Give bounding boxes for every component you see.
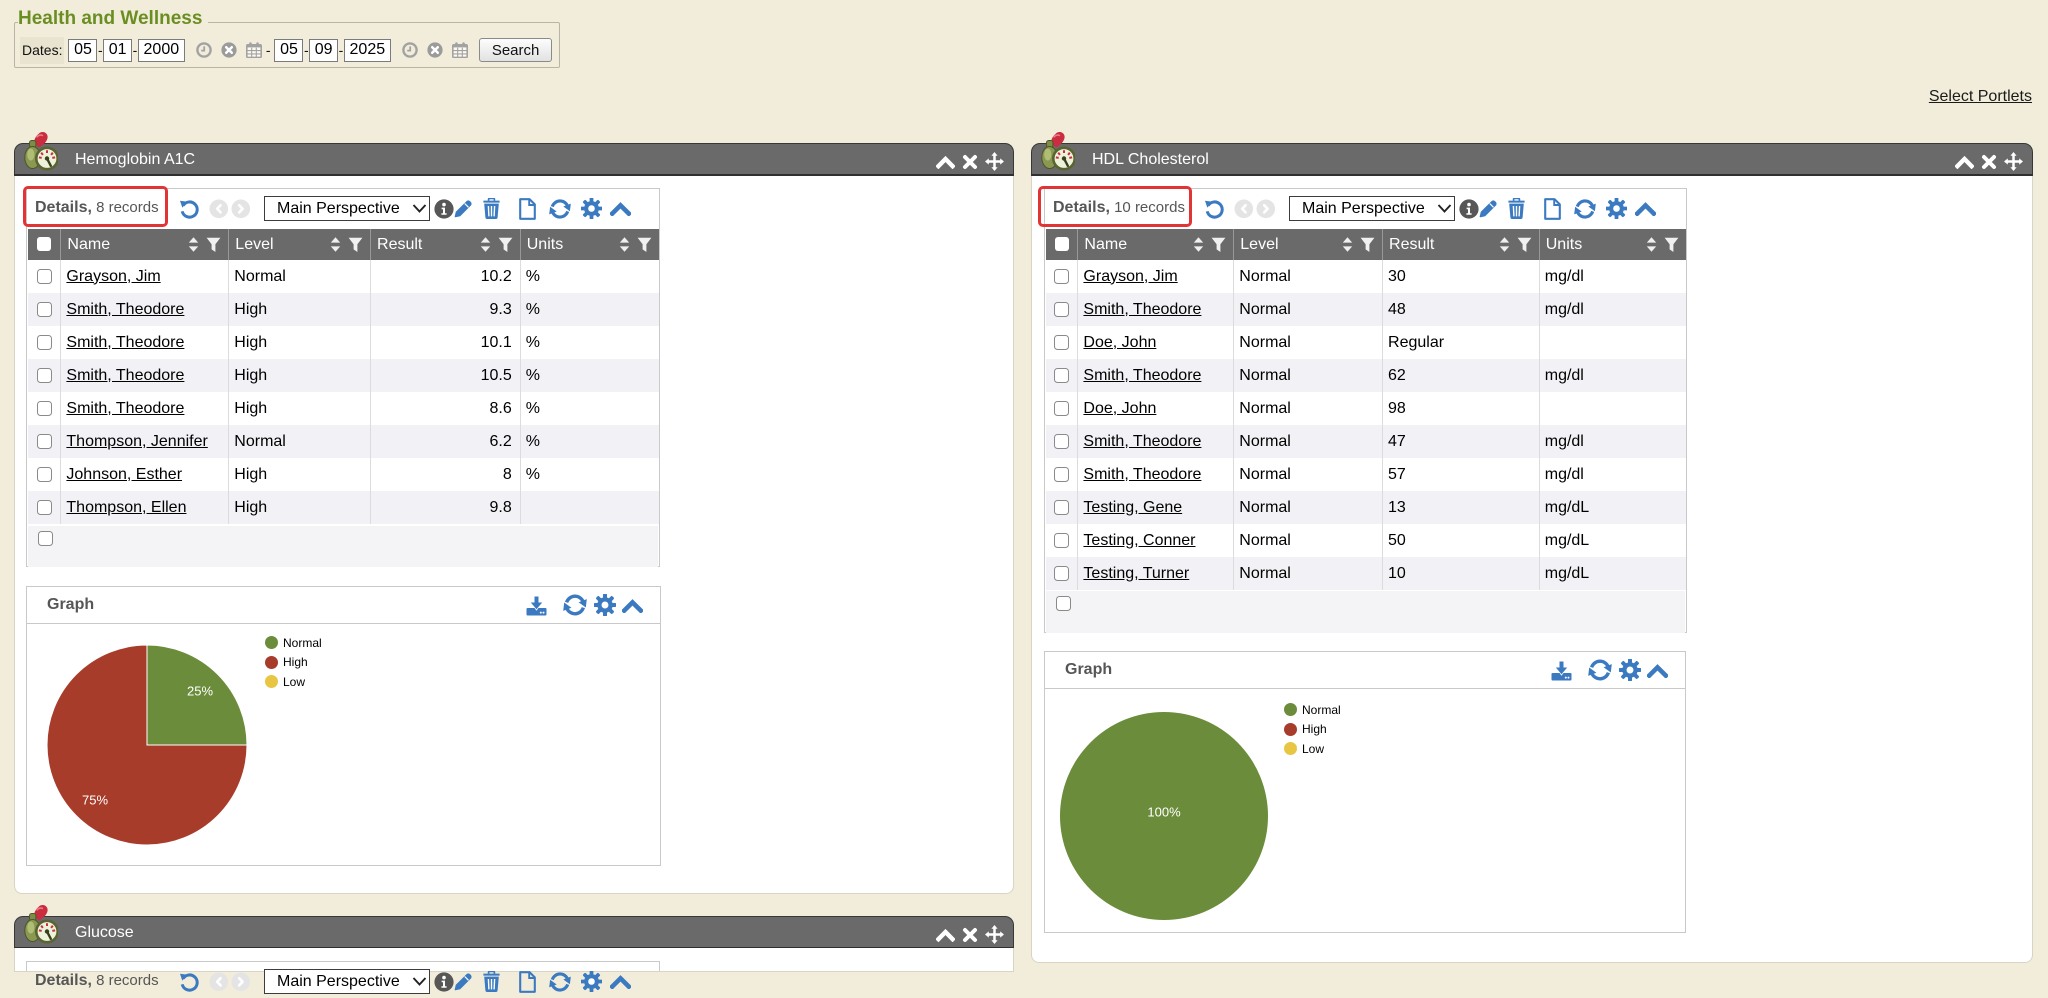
svg-text:25%: 25% [187,683,213,698]
svg-text:75%: 75% [82,792,108,807]
svg-text:100%: 100% [1147,804,1181,819]
